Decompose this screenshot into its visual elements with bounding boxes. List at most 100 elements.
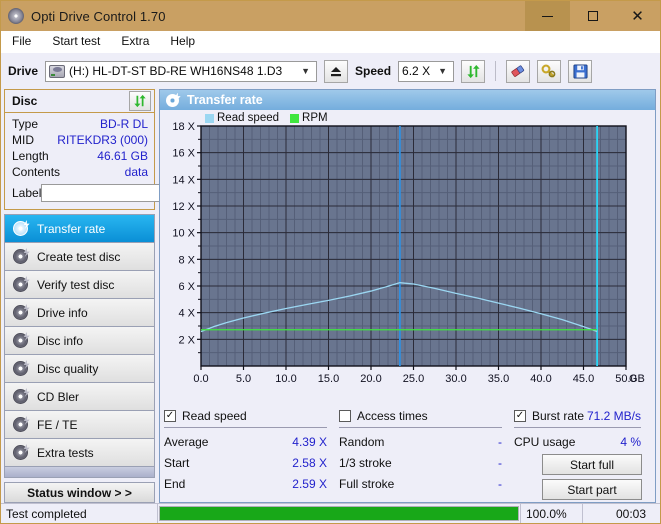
svg-text:6 X: 6 X (178, 281, 195, 293)
window-controls: ✕ (525, 1, 660, 31)
result-row-cpu-usage: CPU usage 4 % (514, 431, 645, 452)
disc-row-length-key: Length (12, 149, 49, 163)
legend-entry-read-speed: Read speed (205, 112, 279, 124)
result-row-start: Start 2.58 X (164, 452, 331, 473)
disc-icon (13, 332, 30, 348)
disc-row-contents-key: Contents (12, 165, 61, 179)
result-key: CPU usage (514, 434, 576, 449)
key-icon (541, 64, 556, 77)
save-button[interactable] (568, 59, 593, 83)
chevron-down-icon: ▼ (301, 66, 310, 76)
disc-row-mid: MID RITEKDR3 (000) (12, 132, 148, 148)
svg-text:20.0: 20.0 (360, 373, 381, 385)
disc-refresh-button[interactable] (129, 91, 151, 111)
result-row-full-stroke: Full stroke - (339, 473, 506, 494)
result-key: End (164, 476, 186, 491)
access-times-checkbox-row[interactable]: Access times (339, 407, 506, 425)
result-value: 4.39 X (292, 434, 327, 449)
chart-area: Read speed RPM 2 X 4 X 6 X 8 X 10 X 12 X 14 X 1… (160, 110, 655, 404)
body: Disc Type BD-R DL MID RITEKDR3 (000) Len… (1, 89, 660, 503)
disc-row-contents-value: data (124, 165, 148, 179)
title-bar: Opti Drive Control 1.70 ✕ (1, 1, 660, 31)
sidebar-item-verify-test-disc[interactable]: Verify test disc (5, 271, 154, 299)
menu-item-extra[interactable]: Extra (119, 32, 158, 51)
sidebar-item-fe-te[interactable]: FE / TE (5, 411, 154, 439)
sidebar-item-cd-bler[interactable]: CD Bler (5, 383, 154, 411)
svg-text:10 X: 10 X (172, 228, 195, 240)
sidebar-item-disc-quality[interactable]: Disc quality (5, 355, 154, 383)
status-text: Test completed (1, 504, 158, 523)
drive-icon (49, 64, 66, 78)
menu-item-file[interactable]: File (10, 32, 40, 51)
transfer-rate-chart: 2 X 4 X 6 X 8 X 10 X 12 X 14 X 16 X 18 X 0.0 5.0 10… (172, 121, 645, 385)
disc-icon (13, 360, 30, 376)
disc-label-row: Label (12, 182, 245, 204)
start-part-button[interactable]: Start part (542, 479, 642, 500)
burst-rate-checkbox[interactable]: ✓ (514, 410, 526, 422)
speed-label: Speed (355, 64, 392, 78)
close-button[interactable]: ✕ (615, 1, 660, 31)
disc-panel-header: Disc (5, 90, 154, 113)
svg-text:30.0: 30.0 (445, 373, 466, 385)
disc-panel: Disc Type BD-R DL MID RITEKDR3 (000) Len… (4, 89, 245, 210)
progress-container (158, 504, 520, 523)
read-speed-checkbox[interactable]: ✓ (164, 410, 176, 422)
drive-select-value: (H:) HL-DT-ST BD-RE WH16NS48 1.D3 (69, 64, 283, 78)
result-value: - (498, 476, 502, 491)
drive-select[interactable]: (H:) HL-DT-ST BD-RE WH16NS48 1.D3 ▼ (45, 60, 318, 82)
check-icon: ✓ (515, 410, 525, 421)
elapsed-time: 00:03 (582, 504, 660, 523)
legend-label: Read speed (217, 112, 280, 124)
disc-panel-title: Disc (12, 94, 38, 108)
access-times-label: Access times (357, 409, 428, 423)
access-times-checkbox[interactable] (339, 410, 351, 422)
chart-legend: Read speed RPM (205, 112, 335, 124)
sidebar-item-transfer-rate[interactable]: Transfer rate (5, 215, 154, 243)
minimize-button[interactable] (525, 1, 570, 31)
key-button[interactable] (537, 59, 562, 83)
eject-icon (331, 66, 342, 76)
speed-select[interactable]: 6.2 X ▼ (398, 60, 455, 82)
menu-item-help[interactable]: Help (168, 32, 204, 51)
maximize-button[interactable] (570, 1, 615, 31)
disc-icon (166, 92, 181, 107)
sidebar-item-extra-tests[interactable]: Extra tests (5, 439, 154, 467)
svg-text:10.0: 10.0 (275, 373, 296, 385)
window-title: Opti Drive Control 1.70 (31, 8, 166, 24)
disc-info-rows: Type BD-R DL MID RITEKDR3 (000) Length 4… (5, 113, 245, 209)
sidebar-item-label: Drive info (37, 305, 88, 320)
sidebar-item-drive-info[interactable]: Drive info (5, 299, 154, 327)
result-row-average: Average 4.39 X (164, 431, 331, 452)
check-icon: ✓ (165, 410, 175, 421)
progress-percent: 100.0% (520, 504, 582, 523)
sidebar-nav: Transfer rate Create test disc Verify te… (4, 214, 155, 467)
svg-text:18 X: 18 X (172, 121, 195, 133)
erase-button[interactable] (506, 59, 531, 83)
transfer-rate-panel: Transfer rate Read speed RPM 2 X4 X6 X8 (159, 89, 656, 503)
sidebar-item-label: CD Bler (37, 389, 80, 404)
read-speed-checkbox-row[interactable]: ✓ Read speed (164, 407, 331, 425)
svg-text:4 X: 4 X (178, 308, 195, 320)
burst-rate-checkbox-row[interactable]: ✓ Burst rate 71.2 MB/s (514, 407, 645, 425)
result-key: 1/3 stroke (339, 455, 392, 470)
sidebar-item-create-test-disc[interactable]: Create test disc (5, 243, 154, 271)
eject-button[interactable] (324, 59, 349, 83)
refresh-button[interactable] (461, 59, 486, 83)
disc-icon (13, 304, 30, 320)
close-icon: ✕ (631, 7, 644, 25)
divider (164, 427, 327, 428)
disc-icon (13, 276, 30, 292)
progress-bar (159, 506, 519, 521)
menu-bar: File Start test Extra Help (1, 31, 660, 53)
chevron-down-icon: ▼ (438, 66, 447, 76)
sidebar-item-disc-info[interactable]: Disc info (5, 327, 154, 355)
menu-item-start-test[interactable]: Start test (50, 32, 109, 51)
disc-row-type-key: Type (12, 117, 39, 131)
panel-title: Transfer rate (187, 93, 263, 107)
status-window-button[interactable]: Status window > > (4, 482, 155, 503)
disc-row-length-value: 46.61 GB (97, 149, 148, 163)
action-buttons: Start full Start part (514, 452, 645, 500)
transfer-rate-header: Transfer rate (160, 90, 655, 110)
result-row-third-stroke: 1/3 stroke - (339, 452, 506, 473)
start-full-button[interactable]: Start full (542, 454, 642, 475)
